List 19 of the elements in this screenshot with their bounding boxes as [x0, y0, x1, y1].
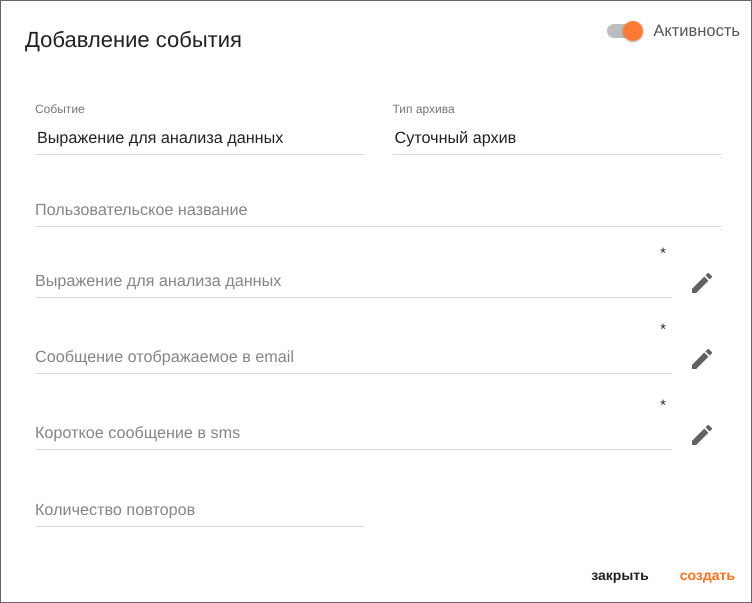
pencil-icon [692, 273, 712, 293]
pencil-icon [692, 349, 712, 369]
required-asterisk: * [660, 246, 666, 262]
input-field[interactable]: Короткое сообщение в sms [35, 423, 672, 450]
input-field[interactable]: Сообщение отображаемое в email [35, 347, 672, 374]
field-label: Событие [35, 102, 85, 116]
toggle-label: Активность [653, 21, 740, 41]
required-asterisk: * [660, 398, 666, 414]
required-asterisk: * [660, 322, 666, 338]
toggle-switch[interactable] [605, 21, 644, 41]
dialog-title: Добавление события [25, 27, 242, 53]
pencil-icon [692, 425, 712, 445]
input-field[interactable]: Количество повторов [35, 500, 364, 527]
input-field[interactable]: Выражение для анализа данных [35, 271, 672, 298]
text-field[interactable]: Выражение для анализа данных [35, 128, 364, 155]
input-field[interactable]: Пользовательское название [35, 200, 722, 227]
text-button[interactable]: закрыть [583, 557, 657, 593]
field-label: Тип архива [392, 102, 455, 116]
text-field[interactable]: Суточный архив [392, 128, 722, 155]
